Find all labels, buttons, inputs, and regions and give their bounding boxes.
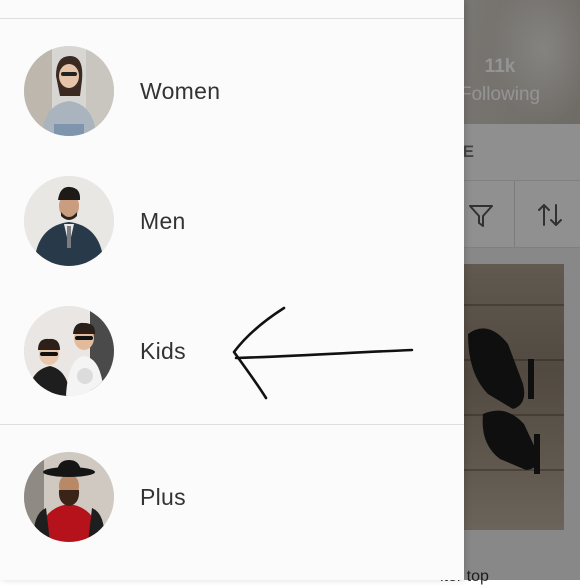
kids-avatar	[24, 306, 114, 396]
category-label-women: Women	[140, 78, 221, 104]
category-item-men[interactable]: Men	[0, 166, 464, 276]
category-item-kids[interactable]: Kids	[0, 296, 464, 406]
plus-avatar	[24, 452, 114, 542]
category-label-plus: Plus	[140, 484, 186, 510]
drawer-top-divider	[0, 18, 464, 19]
men-avatar	[24, 176, 114, 266]
women-avatar	[24, 46, 114, 136]
category-drawer: Women Men Kids Plus	[0, 0, 464, 580]
category-label-kids: Kids	[140, 338, 186, 364]
category-label-men: Men	[140, 208, 186, 234]
drawer-section-divider	[0, 424, 464, 425]
category-item-women[interactable]: Women	[0, 36, 464, 146]
category-item-plus[interactable]: Plus	[0, 442, 464, 552]
